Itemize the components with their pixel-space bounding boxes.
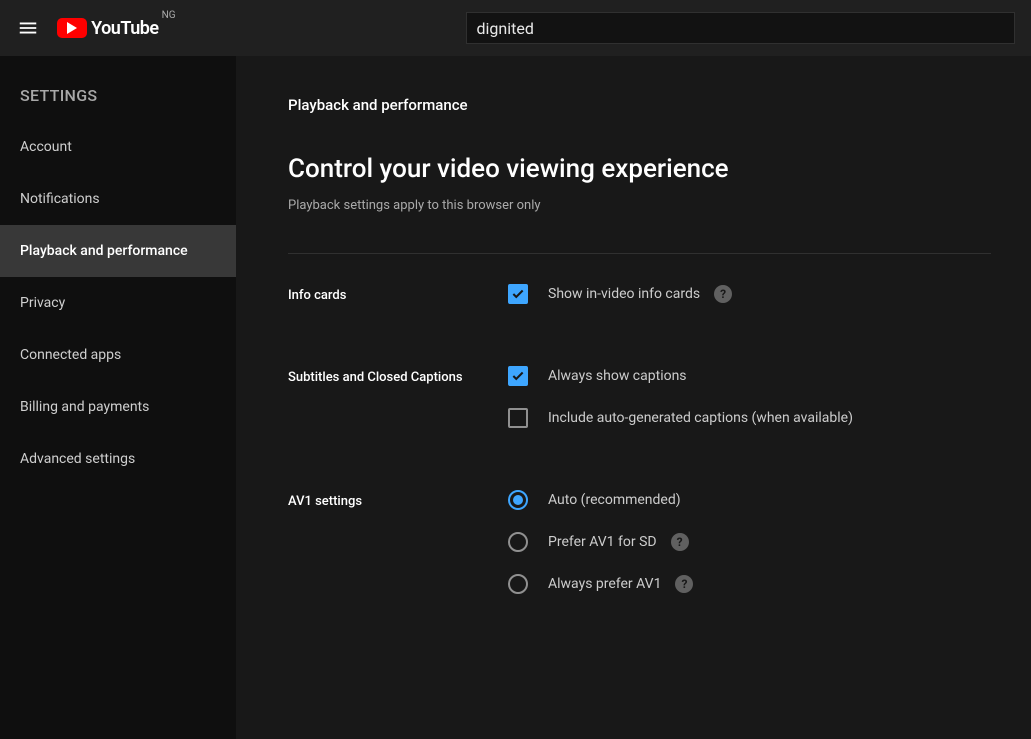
option-label: Auto (recommended) (548, 492, 681, 508)
section-label: Playback and performance (288, 96, 1031, 114)
option-label: Always show captions (548, 368, 687, 384)
sidebar-item-playback[interactable]: Playback and performance (0, 225, 236, 277)
divider (288, 253, 991, 254)
sidebar-item-advanced[interactable]: Advanced settings (0, 433, 236, 485)
setting-info-cards: Info cards Show in-video info cards ? (288, 284, 1031, 326)
setting-title: Subtitles and Closed Captions (288, 366, 508, 450)
radio-av1-sd[interactable] (508, 532, 528, 552)
help-icon[interactable]: ? (671, 533, 689, 551)
radio-av1-auto[interactable] (508, 490, 528, 510)
sidebar-item-notifications[interactable]: Notifications (0, 173, 236, 225)
option-row: Show in-video info cards ? (508, 284, 1031, 304)
sidebar-item-account[interactable]: Account (0, 121, 236, 173)
page-subtext: Playback settings apply to this browser … (288, 198, 1031, 213)
sidebar-title: SETTINGS (0, 74, 236, 121)
search-input[interactable]: dignited (466, 12, 1015, 44)
youtube-play-icon (57, 18, 87, 38)
option-row: Always prefer AV1 ? (508, 574, 1031, 594)
checkbox-always-show-captions[interactable] (508, 366, 528, 386)
settings-sidebar: SETTINGS Account Notifications Playback … (0, 56, 236, 739)
search-value: dignited (477, 19, 534, 38)
sidebar-item-connected-apps[interactable]: Connected apps (0, 329, 236, 381)
setting-title: AV1 settings (288, 490, 508, 616)
option-row: Always show captions (508, 366, 1031, 386)
sidebar-item-privacy[interactable]: Privacy (0, 277, 236, 329)
sidebar-item-billing[interactable]: Billing and payments (0, 381, 236, 433)
brand-text: YouTube (91, 18, 158, 39)
help-icon[interactable]: ? (714, 285, 732, 303)
setting-av1: AV1 settings Auto (recommended) Prefer A… (288, 490, 1031, 616)
option-row: Auto (recommended) (508, 490, 1031, 510)
option-label: Prefer AV1 for SD (548, 534, 657, 550)
option-label: Always prefer AV1 (548, 576, 661, 592)
menu-icon[interactable] (16, 16, 39, 40)
option-label: Show in-video info cards (548, 286, 700, 302)
app-header: YouTube NG dignited (0, 0, 1031, 56)
option-label: Include auto-generated captions (when av… (548, 410, 853, 426)
country-code: NG (162, 10, 176, 21)
setting-title: Info cards (288, 284, 508, 326)
page-heading: Control your video viewing experience (288, 154, 1031, 184)
option-row: Include auto-generated captions (when av… (508, 408, 1031, 428)
option-row: Prefer AV1 for SD ? (508, 532, 1031, 552)
radio-av1-always[interactable] (508, 574, 528, 594)
main-content: Playback and performance Control your vi… (236, 56, 1031, 739)
setting-subtitles: Subtitles and Closed Captions Always sho… (288, 366, 1031, 450)
checkbox-auto-captions[interactable] (508, 408, 528, 428)
checkbox-show-info-cards[interactable] (508, 284, 528, 304)
youtube-logo[interactable]: YouTube NG (57, 18, 175, 39)
help-icon[interactable]: ? (675, 575, 693, 593)
